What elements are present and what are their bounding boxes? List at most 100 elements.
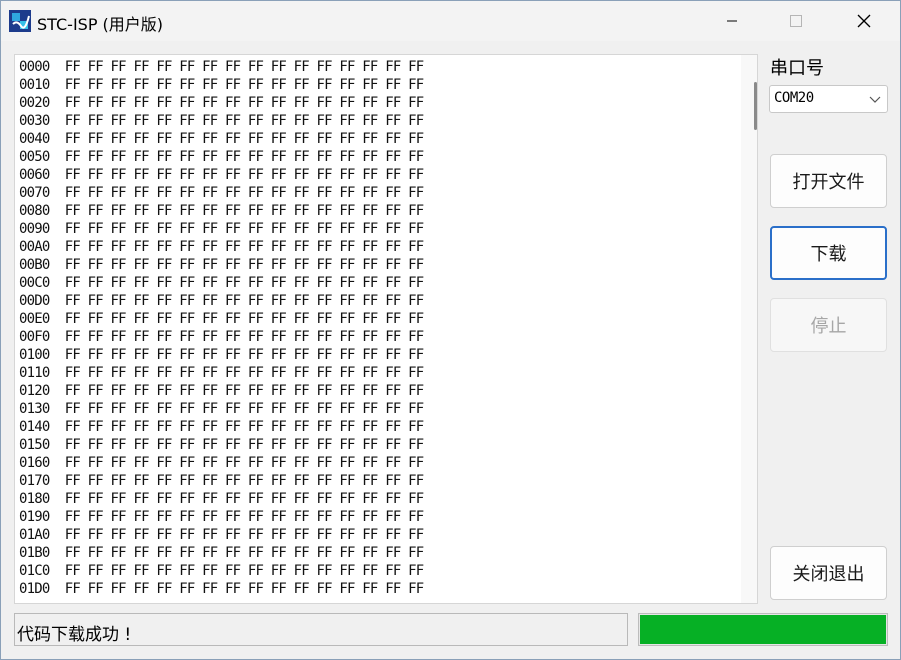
hex-row-bytes: FF FF FF FF FF FF FF FF FF FF FF FF FF F… [64,239,424,255]
hex-row-bytes: FF FF FF FF FF FF FF FF FF FF FF FF FF F… [64,509,424,525]
chevron-down-icon [869,96,881,103]
hex-row-address: 01D0 [19,581,50,597]
hex-row-address: 0040 [19,131,50,147]
hex-row-bytes: FF FF FF FF FF FF FF FF FF FF FF FF FF F… [64,473,424,489]
hex-row-bytes: FF FF FF FF FF FF FF FF FF FF FF FF FF F… [64,311,424,327]
download-button[interactable]: 下载 [770,226,887,280]
hex-row-address: 0000 [19,59,50,75]
hex-row-bytes: FF FF FF FF FF FF FF FF FF FF FF FF FF F… [64,365,424,381]
hex-row-bytes: FF FF FF FF FF FF FF FF FF FF FF FF FF F… [64,347,424,363]
hex-row-address: 0160 [19,455,50,471]
hex-row-address: 00D0 [19,293,50,309]
hex-row-bytes: FF FF FF FF FF FF FF FF FF FF FF FF FF F… [64,563,424,579]
app-icon [9,10,31,32]
progress-bar [638,613,888,646]
close-icon [857,14,871,28]
maximize-button[interactable] [773,1,819,41]
hex-row-bytes: FF FF FF FF FF FF FF FF FF FF FF FF FF F… [64,527,424,543]
port-select[interactable]: COM20 [769,85,888,113]
hex-row-bytes: FF FF FF FF FF FF FF FF FF FF FF FF FF F… [64,77,424,93]
hex-row-address: 0140 [19,419,50,435]
window-title: STC-ISP (用户版) [37,15,164,34]
hex-row: 0180 FF FF FF FF FF FF FF FF FF FF FF FF… [19,490,424,508]
status-bar: 代码下载成功 ! [14,613,628,646]
hex-row-address: 01B0 [19,545,50,561]
hex-row-bytes: FF FF FF FF FF FF FF FF FF FF FF FF FF F… [64,95,424,111]
hex-row: 0160 FF FF FF FF FF FF FF FF FF FF FF FF… [19,454,424,472]
hex-row-address: 0120 [19,383,50,399]
hex-row: 01D0 FF FF FF FF FF FF FF FF FF FF FF FF… [19,580,424,598]
hex-row-address: 0050 [19,149,50,165]
hex-row-address: 0190 [19,509,50,525]
close-exit-button[interactable]: 关闭退出 [770,546,887,600]
minimize-button[interactable] [709,1,755,41]
hex-row: 0010 FF FF FF FF FF FF FF FF FF FF FF FF… [19,76,424,94]
hex-row-address: 0090 [19,221,50,237]
hex-lines: 0000 FF FF FF FF FF FF FF FF FF FF FF FF… [19,58,424,598]
hex-row-address: 0010 [19,77,50,93]
maximize-icon [790,15,802,27]
hex-row: 00B0 FF FF FF FF FF FF FF FF FF FF FF FF… [19,256,424,274]
title-bar[interactable]: STC-ISP (用户版) [1,1,900,41]
hex-row-bytes: FF FF FF FF FF FF FF FF FF FF FF FF FF F… [64,257,424,273]
minimize-icon [727,20,737,22]
hex-row: 00C0 FF FF FF FF FF FF FF FF FF FF FF FF… [19,274,424,292]
hex-row: 0070 FF FF FF FF FF FF FF FF FF FF FF FF… [19,184,424,202]
hex-row-address: 00B0 [19,257,50,273]
hex-row-bytes: FF FF FF FF FF FF FF FF FF FF FF FF FF F… [64,275,424,291]
hex-row-bytes: FF FF FF FF FF FF FF FF FF FF FF FF FF F… [64,401,424,417]
hex-row-address: 0030 [19,113,50,129]
hex-row-address: 00E0 [19,311,50,327]
close-button[interactable] [841,1,887,41]
hex-row-bytes: FF FF FF FF FF FF FF FF FF FF FF FF FF F… [64,113,424,129]
hex-row-address: 0080 [19,203,50,219]
hex-row: 0040 FF FF FF FF FF FF FF FF FF FF FF FF… [19,130,424,148]
scroll-thumb[interactable] [754,82,757,130]
hex-row: 0190 FF FF FF FF FF FF FF FF FF FF FF FF… [19,508,424,526]
hex-row-bytes: FF FF FF FF FF FF FF FF FF FF FF FF FF F… [64,131,424,147]
hex-row-address: 0170 [19,473,50,489]
hex-row: 01A0 FF FF FF FF FF FF FF FF FF FF FF FF… [19,526,424,544]
hex-row-bytes: FF FF FF FF FF FF FF FF FF FF FF FF FF F… [64,329,424,345]
hex-row-address: 00F0 [19,329,50,345]
hex-row: 00A0 FF FF FF FF FF FF FF FF FF FF FF FF… [19,238,424,256]
hex-row-address: 0070 [19,185,50,201]
hex-row: 01C0 FF FF FF FF FF FF FF FF FF FF FF FF… [19,562,424,580]
hex-row-bytes: FF FF FF FF FF FF FF FF FF FF FF FF FF F… [64,455,424,471]
port-selected-value: COM20 [774,90,814,106]
hex-row-bytes: FF FF FF FF FF FF FF FF FF FF FF FF FF F… [64,185,424,201]
hex-row: 0030 FF FF FF FF FF FF FF FF FF FF FF FF… [19,112,424,130]
main-window: STC-ISP (用户版) 0000 FF FF FF FF FF FF FF … [0,0,901,660]
hex-view[interactable]: 0000 FF FF FF FF FF FF FF FF FF FF FF FF… [14,54,758,604]
hex-row-bytes: FF FF FF FF FF FF FF FF FF FF FF FF FF F… [64,437,424,453]
hex-row-address: 0150 [19,437,50,453]
hex-row-bytes: FF FF FF FF FF FF FF FF FF FF FF FF FF F… [64,491,424,507]
hex-row: 0000 FF FF FF FF FF FF FF FF FF FF FF FF… [19,58,424,76]
hex-row: 0110 FF FF FF FF FF FF FF FF FF FF FF FF… [19,364,424,382]
open-file-button[interactable]: 打开文件 [770,154,887,208]
hex-row-bytes: FF FF FF FF FF FF FF FF FF FF FF FF FF F… [64,293,424,309]
hex-row: 0080 FF FF FF FF FF FF FF FF FF FF FF FF… [19,202,424,220]
hex-row-bytes: FF FF FF FF FF FF FF FF FF FF FF FF FF F… [64,167,424,183]
progress-fill [640,615,886,644]
hex-row-address: 01C0 [19,563,50,579]
hex-row-bytes: FF FF FF FF FF FF FF FF FF FF FF FF FF F… [64,545,424,561]
hex-row-address: 0020 [19,95,50,111]
hex-row-bytes: FF FF FF FF FF FF FF FF FF FF FF FF FF F… [64,221,424,237]
vertical-scrollbar[interactable] [741,55,757,603]
hex-row-address: 0180 [19,491,50,507]
hex-row-bytes: FF FF FF FF FF FF FF FF FF FF FF FF FF F… [64,59,424,75]
hex-row: 01B0 FF FF FF FF FF FF FF FF FF FF FF FF… [19,544,424,562]
hex-row: 00D0 FF FF FF FF FF FF FF FF FF FF FF FF… [19,292,424,310]
hex-row: 0130 FF FF FF FF FF FF FF FF FF FF FF FF… [19,400,424,418]
status-message: 代码下载成功 ! [17,625,132,645]
port-label: 串口号 [770,58,824,79]
hex-row: 0100 FF FF FF FF FF FF FF FF FF FF FF FF… [19,346,424,364]
hex-row: 0120 FF FF FF FF FF FF FF FF FF FF FF FF… [19,382,424,400]
stop-button[interactable]: 停止 [770,298,887,352]
hex-row: 00E0 FF FF FF FF FF FF FF FF FF FF FF FF… [19,310,424,328]
hex-row: 0020 FF FF FF FF FF FF FF FF FF FF FF FF… [19,94,424,112]
hex-row-bytes: FF FF FF FF FF FF FF FF FF FF FF FF FF F… [64,149,424,165]
hex-row-bytes: FF FF FF FF FF FF FF FF FF FF FF FF FF F… [64,203,424,219]
hex-row: 0060 FF FF FF FF FF FF FF FF FF FF FF FF… [19,166,424,184]
